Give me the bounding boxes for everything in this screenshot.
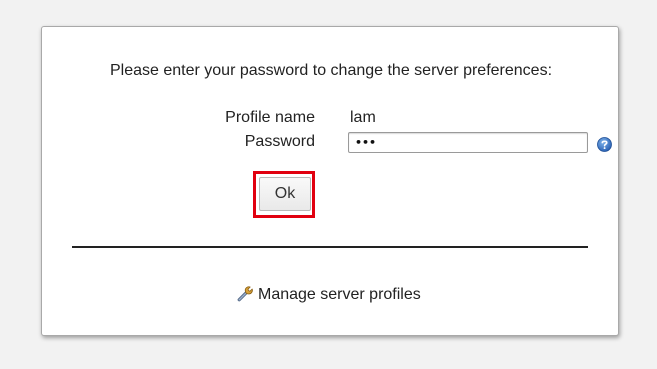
divider [72, 246, 588, 248]
password-label: Password [244, 133, 315, 150]
help-icon[interactable] [597, 137, 612, 152]
profile-name-label: Profile name [225, 109, 315, 126]
wrench-icon [237, 285, 254, 302]
password-input[interactable] [348, 132, 588, 153]
ok-button[interactable]: Ok [259, 177, 311, 211]
profile-name-value: lam [350, 109, 376, 126]
password-prompt: Please enter your password to change the… [109, 62, 553, 79]
server-password-panel: Please enter your password to change the… [41, 26, 619, 336]
manage-server-profiles-label: Manage server profiles [258, 286, 421, 303]
manage-server-profiles-link[interactable]: Manage server profiles [237, 285, 421, 304]
